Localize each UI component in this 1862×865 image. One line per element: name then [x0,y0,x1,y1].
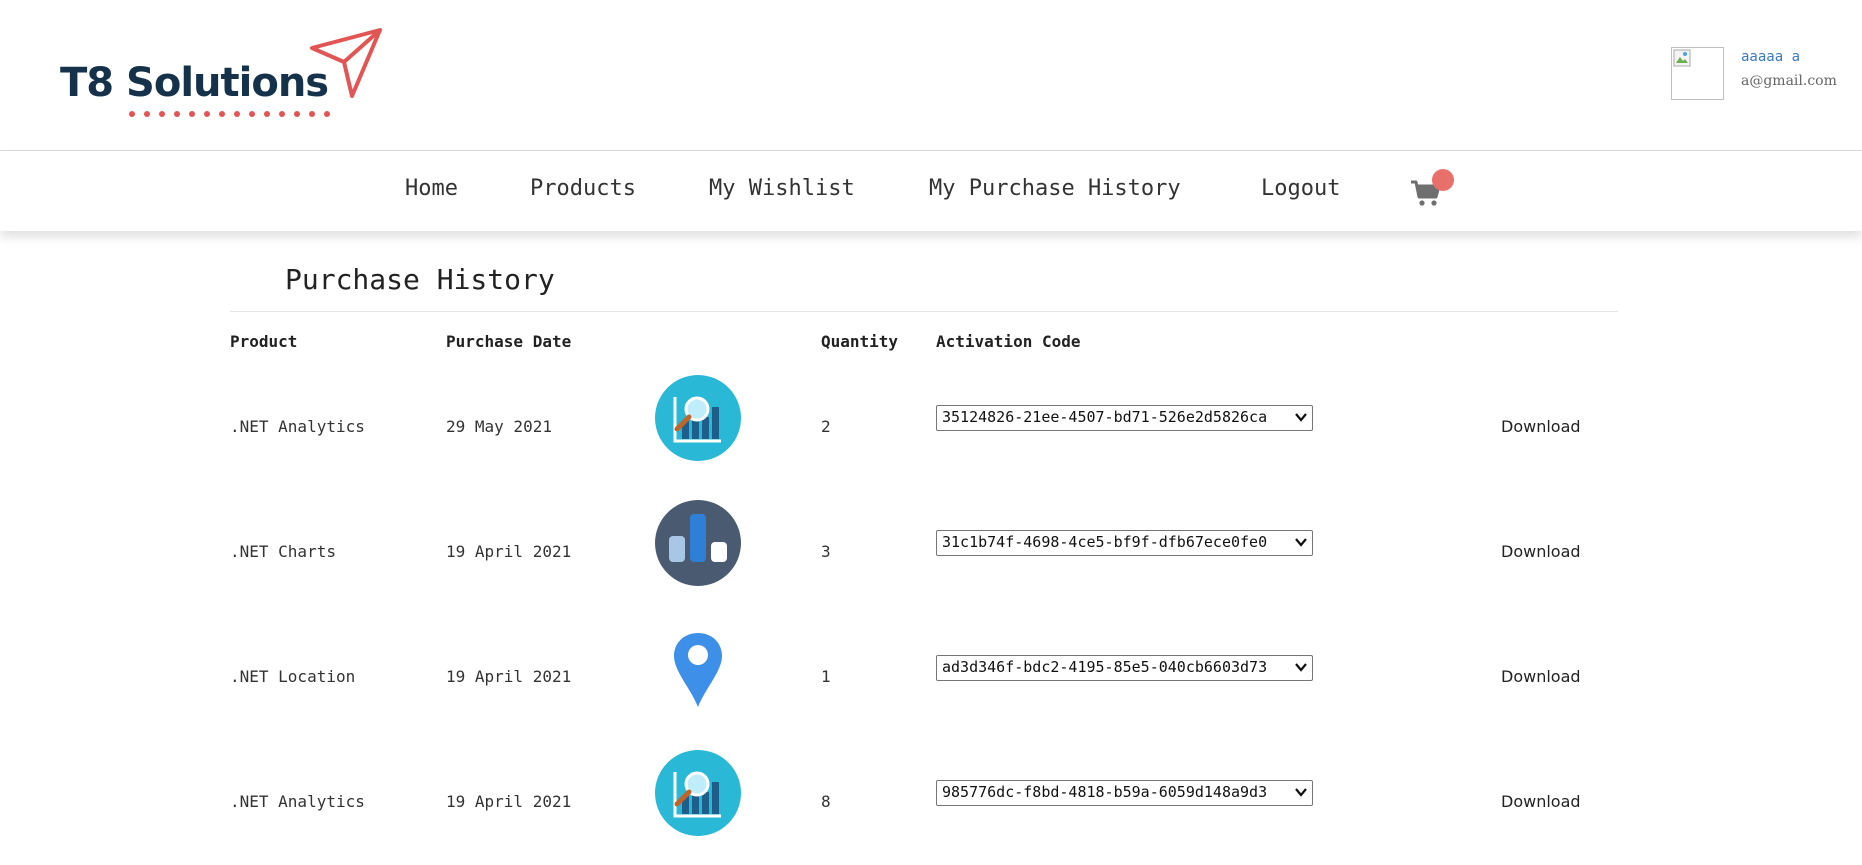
nav-wishlist[interactable]: My Wishlist [709,176,855,201]
purchase-date: 19 April 2021 [446,792,572,811]
download-link[interactable]: Download [1501,792,1581,811]
chevron-down-icon [1295,788,1307,797]
nav-home[interactable]: Home [405,176,458,201]
product-name: .NET Charts [230,542,336,561]
cart-button[interactable] [1410,169,1462,215]
activation-code-select[interactable]: 31c1b74f-4698-4ce5-bf9f-dfb67ece0fe0 [936,530,1313,556]
quantity: 2 [821,417,831,436]
activation-code-value: 31c1b74f-4698-4ce5-bf9f-dfb67ece0fe0 [942,533,1268,551]
cart-badge [1432,169,1454,191]
analytics-icon [655,750,741,836]
location-pin-icon [674,633,722,707]
nav-logout[interactable]: Logout [1261,176,1340,201]
analytics-icon [655,375,741,461]
broken-image-icon [1673,49,1691,67]
site-header: T8 Solutions aaaaa a a@gmail.com [0,0,1862,151]
chevron-down-icon [1295,413,1307,422]
column-header-product: Product [230,332,298,351]
quantity: 1 [821,667,831,686]
bar-chart-icon [655,500,741,586]
download-link[interactable]: Download [1501,542,1581,561]
activation-code-value: ad3d346f-bdc2-4195-85e5-040cb6603d73 [942,658,1268,676]
activation-code-select[interactable]: 35124826-21ee-4507-bd71-526e2d5826ca [936,405,1313,431]
brand-logo[interactable]: T8 Solutions [58,26,398,126]
chevron-down-icon [1295,538,1307,547]
purchase-date: 19 April 2021 [446,667,572,686]
column-header-purchase-date: Purchase Date [446,332,572,351]
user-email: a@gmail.com [1741,73,1837,89]
download-link[interactable]: Download [1501,667,1581,686]
table-row: .NET Charts 19 April 2021 3 31c1b74f-469… [0,490,1862,615]
purchase-date: 29 May 2021 [446,417,552,436]
column-header-quantity: Quantity [821,332,899,351]
quantity: 3 [821,542,831,561]
table-row: .NET Location 19 April 2021 1 ad3d346f-b… [0,615,1862,740]
avatar[interactable] [1671,47,1724,100]
page-title: Purchase History [285,263,555,296]
table-row: .NET Analytics 29 May 2021 2 35124826-21… [0,365,1862,490]
product-name: .NET Analytics [230,417,365,436]
nav-products[interactable]: Products [530,176,636,201]
brand-name: T8 Solutions [60,60,329,106]
title-divider [230,311,1618,312]
nav-purchase-history[interactable]: My Purchase History [929,176,1181,201]
download-link[interactable]: Download [1501,417,1581,436]
quantity: 8 [821,792,831,811]
activation-code-value: 985776dc-f8bd-4818-b59a-6059d148a9d3 [942,783,1268,801]
product-name: .NET Location [230,667,356,686]
logo-dots-decoration [129,111,330,117]
activation-code-value: 35124826-21ee-4507-bd71-526e2d5826ca [942,408,1268,426]
chevron-down-icon [1295,663,1307,672]
user-name: aaaaa a [1741,49,1801,65]
product-name: .NET Analytics [230,792,365,811]
activation-code-select[interactable]: 985776dc-f8bd-4818-b59a-6059d148a9d3 [936,780,1313,806]
activation-code-select[interactable]: ad3d346f-bdc2-4195-85e5-040cb6603d73 [936,655,1313,681]
main-nav: Home Products My Wishlist My Purchase Hi… [0,151,1862,231]
table-row: .NET Analytics 19 April 2021 8 985776dc-… [0,740,1862,865]
paper-plane-icon [310,28,382,98]
column-header-activation-code: Activation Code [936,332,1081,351]
purchase-date: 19 April 2021 [446,542,572,561]
